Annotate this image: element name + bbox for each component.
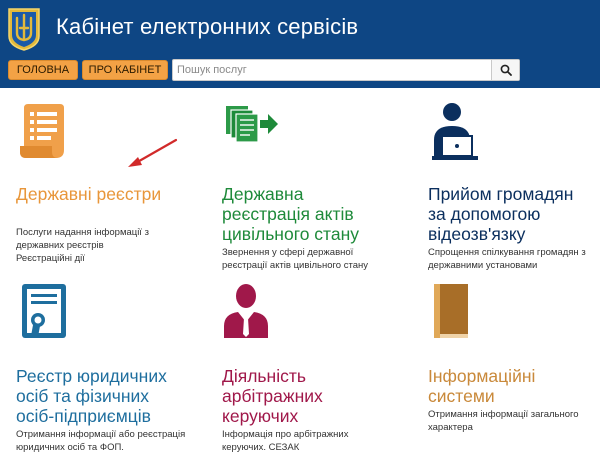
tile-information-systems[interactable]: Інформаційні системи Отримання інформаці… bbox=[428, 282, 600, 454]
tile-title: Державні реєстри bbox=[16, 184, 162, 204]
tile-title: Реєстр юридичних осіб та фізичних осіб-п… bbox=[16, 366, 167, 426]
tile-description: Звернення у сфері державної реєстрації а… bbox=[222, 247, 368, 271]
tile-civil-registration[interactable]: Державна реєстрація актів цивільного ста… bbox=[222, 100, 412, 271]
tile-description: Отримання інформації загального характер… bbox=[428, 409, 579, 433]
tile-description: Послуги надання інформації з державних р… bbox=[16, 227, 149, 264]
red-arrow-icon bbox=[128, 138, 178, 167]
search-bar bbox=[172, 59, 520, 81]
book-icon bbox=[434, 284, 468, 338]
tile-description: Інформація про арбітражних керуючих. СЕЗ… bbox=[222, 429, 349, 453]
tile-description: Спрощення спілкування громадян з державн… bbox=[428, 247, 586, 271]
app-title: Кабінет електронних сервісів bbox=[56, 14, 359, 39]
nav-home-button[interactable]: ГОЛОВНА bbox=[8, 60, 78, 80]
tile-title: Державна реєстрація актів цивільного ста… bbox=[222, 184, 360, 244]
search-input[interactable] bbox=[173, 60, 493, 80]
trident-logo-icon[interactable] bbox=[6, 6, 42, 52]
header-bar: Кабінет електронних сервісів ГОЛОВНА ПРО… bbox=[0, 0, 600, 88]
tile-title: Прийом громадян за допомогою відеозв'язк… bbox=[428, 184, 574, 244]
search-button[interactable] bbox=[491, 60, 519, 80]
search-icon bbox=[500, 64, 512, 76]
businessman-icon bbox=[224, 284, 268, 338]
person-laptop-icon bbox=[432, 103, 478, 160]
nav-about-button[interactable]: ПРО КАБІНЕТ bbox=[82, 60, 168, 80]
tile-state-registers[interactable]: Державні реєстри Послуги надання інформа… bbox=[16, 100, 206, 270]
certificate-icon bbox=[22, 284, 66, 338]
tile-title: Діяльність арбітражних керуючих bbox=[222, 366, 323, 426]
tile-title: Інформаційні системи bbox=[428, 366, 536, 406]
document-scroll-icon bbox=[20, 104, 64, 158]
documents-arrow-icon bbox=[226, 106, 278, 143]
tile-description: Отримання інформації або реєстрація юрид… bbox=[16, 429, 186, 453]
tile-legal-entities-register[interactable]: Реєстр юридичних осіб та фізичних осіб-п… bbox=[16, 282, 206, 454]
tile-arbitration-managers[interactable]: Діяльність арбітражних керуючих Інформац… bbox=[222, 282, 412, 454]
tile-video-reception[interactable]: Прийом громадян за допомогою відеозв'язк… bbox=[428, 100, 600, 271]
